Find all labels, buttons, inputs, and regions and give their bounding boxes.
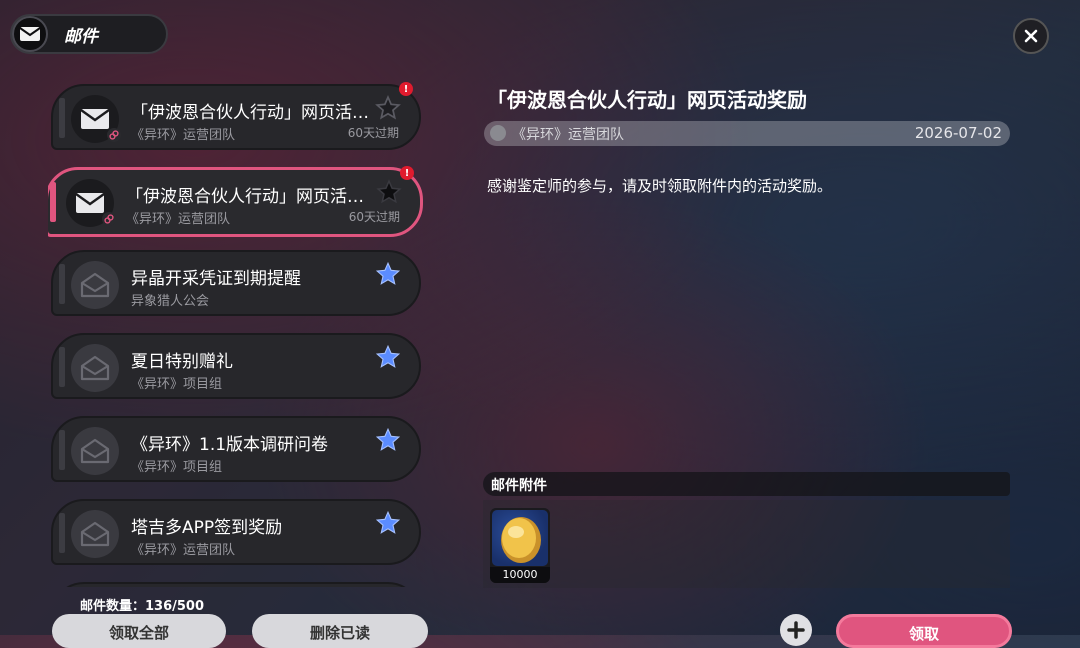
- attachments-area: [483, 500, 1010, 588]
- plus-icon: [787, 621, 805, 639]
- mail-detail-title: 「伊波恩合伙人行动」网页活动奖励: [487, 88, 807, 112]
- star-blue-icon[interactable]: [375, 344, 401, 370]
- item-notch: [59, 430, 65, 470]
- page-title: 邮件: [64, 26, 98, 47]
- list-item[interactable]: 《异环》1.1版本调研问卷 《异环》项目组: [51, 416, 421, 482]
- mail-sender: 《异环》运营团队: [131, 128, 236, 143]
- mail-sender: 《异环》运营团队: [131, 543, 236, 558]
- link-icon: [102, 212, 116, 226]
- alert-badge: !: [399, 82, 413, 96]
- claim-all-button[interactable]: 领取全部: [52, 614, 226, 648]
- item-notch: [50, 182, 56, 222]
- user-icon: [490, 125, 506, 141]
- list-item[interactable]: 塔吉多APP签到奖励 《异环》运营团队: [51, 499, 421, 565]
- mail-sender: 《异环》运营团队: [126, 212, 231, 227]
- mail-count: 邮件数量：136/500: [80, 599, 205, 614]
- mail-header: 邮件: [10, 14, 168, 54]
- star-blue-icon[interactable]: [375, 510, 401, 536]
- mail-sender: 《异环》项目组: [131, 460, 223, 475]
- envelope-open-icon: [71, 510, 119, 558]
- star-blue-icon[interactable]: [375, 261, 401, 287]
- mail-expiry: 60天过期: [348, 210, 400, 224]
- alert-badge: !: [400, 166, 414, 180]
- mail-title: 塔吉多APP签到奖励: [131, 518, 283, 538]
- list-item[interactable]: 夏日特别赠礼 《异环》项目组: [51, 333, 421, 399]
- mail-body: 感谢鉴定师的参与，请及时领取附件内的活动奖励。: [487, 177, 833, 195]
- gold-coin-icon: [492, 510, 548, 566]
- envelope-open-icon: [71, 427, 119, 475]
- envelope-open-icon: [71, 261, 119, 309]
- star-dark-icon[interactable]: [376, 179, 402, 205]
- item-notch: [59, 513, 65, 553]
- detail-date: 2026-07-02: [914, 124, 1002, 142]
- mail-sender: 异象猎人公会: [131, 294, 210, 309]
- link-icon: [107, 128, 121, 142]
- mail-expiry: 60天过期: [347, 126, 399, 140]
- delete-read-button[interactable]: 删除已读: [252, 614, 428, 648]
- star-blue-icon[interactable]: [375, 427, 401, 453]
- close-icon: [1024, 29, 1038, 43]
- attachments-header: 邮件附件: [483, 472, 1010, 496]
- list-item-selected[interactable]: 「伊波恩合伙人行动」网页活… 《异环》运营团队 60天过期 !: [48, 166, 423, 237]
- mail-title: 「伊波恩合伙人行动」网页活…: [126, 187, 364, 207]
- list-item-partial[interactable]: [51, 582, 421, 587]
- sender-bar: 《异环》运营团队 2026-07-02: [484, 121, 1010, 146]
- mail-icon: [12, 16, 48, 52]
- item-notch: [59, 98, 65, 138]
- attachment-item[interactable]: 10000: [490, 508, 550, 583]
- mail-title: 「伊波恩合伙人行动」网页活…: [131, 103, 369, 123]
- star-outline-icon[interactable]: [375, 95, 401, 121]
- plus-button[interactable]: [780, 614, 812, 646]
- item-notch: [59, 264, 65, 304]
- attachments-label: 邮件附件: [491, 478, 547, 494]
- list-item[interactable]: 异晶开采凭证到期提醒 异象猎人公会: [51, 250, 421, 316]
- mail-title: 异晶开采凭证到期提醒: [131, 269, 301, 289]
- envelope-open-icon: [71, 344, 119, 392]
- claim-button[interactable]: 领取: [836, 614, 1012, 648]
- list-item[interactable]: 「伊波恩合伙人行动」网页活… 《异环》运营团队 60天过期 !: [51, 82, 421, 150]
- mail-list[interactable]: 「伊波恩合伙人行动」网页活… 《异环》运营团队 60天过期 ! 「伊波恩合伙人行…: [48, 82, 426, 587]
- item-notch: [59, 347, 65, 387]
- mail-sender: 《异环》项目组: [131, 377, 223, 392]
- detail-sender: 《异环》运营团队: [512, 127, 624, 143]
- mail-title: 《异环》1.1版本调研问卷: [131, 435, 329, 455]
- close-button[interactable]: [1013, 18, 1049, 54]
- attachment-quantity: 10000: [490, 567, 550, 583]
- mail-title: 夏日特别赠礼: [131, 352, 233, 372]
